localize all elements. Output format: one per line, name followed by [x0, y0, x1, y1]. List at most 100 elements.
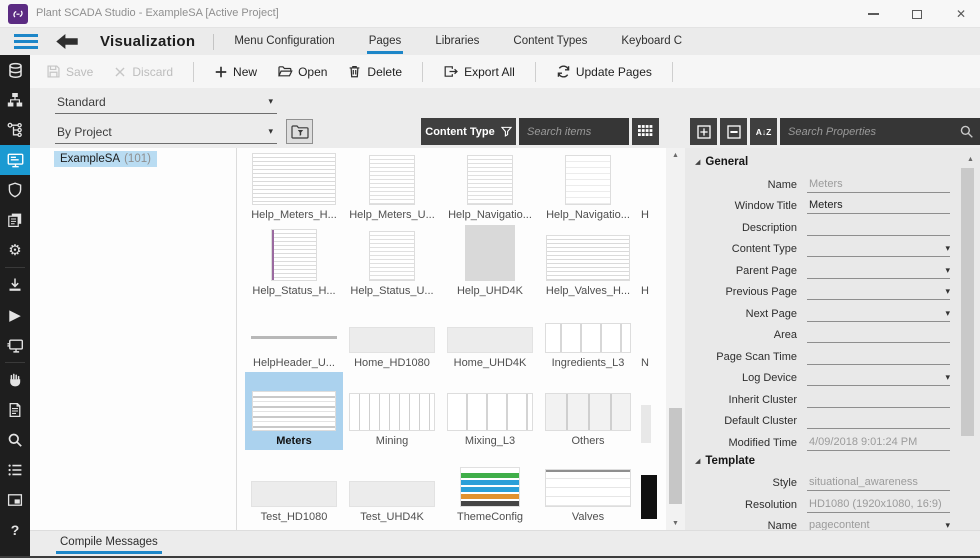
page-item-clipped[interactable]: H	[637, 148, 665, 224]
properties-scrollbar[interactable]: ▲	[961, 152, 974, 524]
content-type-filter-button[interactable]: Content Type	[421, 118, 516, 145]
sidebar-item-download[interactable]	[0, 270, 30, 300]
inherit-cluster-field[interactable]	[807, 392, 950, 408]
sidebar-item-layout[interactable]	[0, 485, 30, 515]
log-device-select[interactable]: ▾	[807, 370, 950, 386]
hamburger-menu-button[interactable]	[14, 34, 38, 49]
page-item[interactable]: Test_HD1080	[245, 450, 343, 526]
name-field[interactable]: Meters	[807, 177, 950, 193]
sidebar-item-deploy[interactable]	[0, 330, 30, 360]
page-item[interactable]: HelpHeader_U...	[245, 300, 343, 372]
page-item-clipped[interactable]: H	[637, 224, 665, 300]
sidebar-item-visualization[interactable]	[0, 145, 30, 175]
new-button[interactable]: New	[214, 65, 257, 79]
sidebar-item-gestures[interactable]	[0, 365, 30, 395]
chevron-down-icon[interactable]: ▾	[945, 284, 950, 298]
page-item[interactable]: ThemeConfig	[441, 450, 539, 526]
sort-az-button[interactable]: A↓Z	[750, 118, 777, 145]
search-properties-input[interactable]	[780, 118, 980, 145]
grouping-dropdown[interactable]: By Project ▾	[55, 122, 277, 144]
tab-content-types[interactable]: Content Types	[511, 30, 589, 54]
open-button[interactable]: Open	[277, 64, 327, 79]
tree-item-examplesa[interactable]: ExampleSA(101)	[54, 151, 157, 167]
sidebar-item-security[interactable]	[0, 175, 30, 205]
close-button[interactable]: ✕	[950, 4, 972, 24]
page-item[interactable]: Mining	[343, 372, 441, 450]
save-button[interactable]: Save	[46, 64, 93, 79]
sidebar-item-find[interactable]	[0, 425, 30, 455]
tab-libraries[interactable]: Libraries	[433, 30, 481, 54]
thumbnail-view-button[interactable]	[632, 118, 659, 145]
page-item[interactable]: Valves	[539, 450, 637, 526]
maximize-button[interactable]	[906, 4, 928, 24]
previous-page-select[interactable]: ▾	[807, 284, 950, 300]
scroll-down-arrow[interactable]: ▼	[666, 516, 685, 530]
page-item[interactable]: Others	[539, 372, 637, 450]
sidebar-item-list[interactable]	[0, 455, 30, 485]
tab-keyboard[interactable]: Keyboard C	[619, 30, 684, 54]
sidebar-item-pages[interactable]	[0, 205, 30, 235]
sidebar-item-documents[interactable]	[0, 395, 30, 425]
modified-time-field[interactable]: 4/09/2018 9:01:24 PM	[807, 435, 950, 451]
description-field[interactable]	[807, 220, 950, 236]
export-all-button[interactable]: Export All	[443, 64, 515, 79]
parent-page-select[interactable]: ▾	[807, 263, 950, 279]
content-type-select[interactable]: ▾	[807, 241, 950, 257]
tab-menu-configuration[interactable]: Menu Configuration	[232, 30, 336, 54]
sidebar-item-topology[interactable]	[0, 85, 30, 115]
page-item[interactable]: Ingredients_L3	[539, 300, 637, 372]
page-item[interactable]: Help_Meters_H...	[245, 148, 343, 224]
page-item[interactable]: Home_HD1080	[343, 300, 441, 372]
delete-button[interactable]: Delete	[347, 64, 402, 79]
discard-button[interactable]: Discard	[113, 65, 173, 79]
page-item[interactable]: Help_Meters_U...	[343, 148, 441, 224]
sidebar-item-run[interactable]: ▶	[0, 300, 30, 330]
page-item[interactable]: Test_UHD4K	[343, 450, 441, 526]
area-field[interactable]	[807, 327, 950, 343]
page-item-selected[interactable]: Meters	[245, 372, 343, 450]
page-item[interactable]: Help_UHD4K	[441, 224, 539, 300]
minimize-button[interactable]	[862, 4, 884, 24]
next-page-select[interactable]: ▾	[807, 306, 950, 322]
page-item-clipped[interactable]	[637, 450, 665, 526]
page-item-clipped[interactable]: N	[637, 300, 665, 372]
chevron-down-icon[interactable]: ▾	[945, 370, 950, 384]
scroll-up-arrow[interactable]: ▲	[666, 148, 685, 162]
chevron-down-icon[interactable]: ▾	[945, 306, 950, 320]
compile-messages-tab[interactable]: Compile Messages	[56, 534, 162, 554]
sidebar-item-help[interactable]: ?	[0, 515, 30, 545]
collapse-all-button[interactable]	[720, 118, 747, 145]
sidebar-item-settings[interactable]: ⚙	[0, 235, 30, 265]
grid-scrollbar[interactable]: ▲ ▼	[666, 148, 685, 530]
window-title-field[interactable]: Meters	[807, 198, 950, 214]
page-item[interactable]: Home_UHD4K	[441, 300, 539, 372]
folder-filter-button[interactable]	[286, 119, 313, 144]
page-item-clipped[interactable]	[637, 372, 665, 450]
section-template[interactable]: ◢ Template	[685, 451, 980, 470]
section-general[interactable]: ◢ General	[685, 152, 980, 171]
page-scan-time-field[interactable]	[807, 349, 950, 365]
tab-pages[interactable]: Pages	[367, 30, 404, 54]
template-style-field[interactable]: situational_awareness	[807, 475, 950, 491]
scroll-up-arrow[interactable]: ▲	[961, 152, 980, 166]
status-bar: Compile Messages	[30, 530, 980, 556]
chevron-down-icon[interactable]: ▾	[945, 263, 950, 277]
page-item[interactable]: Help_Status_H...	[245, 224, 343, 300]
page-item[interactable]: Mixing_L3	[441, 372, 539, 450]
chevron-down-icon[interactable]: ▾	[945, 241, 950, 255]
page-item[interactable]: Help_Navigatio...	[441, 148, 539, 224]
page-item[interactable]: Help_Navigatio...	[539, 148, 637, 224]
back-button[interactable]	[56, 34, 78, 49]
sidebar-item-tags[interactable]	[0, 115, 30, 145]
template-resolution-field[interactable]: HD1080 (1920x1080, 16:9)	[807, 497, 950, 513]
style-dropdown[interactable]: Standard ▾	[55, 92, 277, 114]
page-item[interactable]: Help_Status_U...	[343, 224, 441, 300]
expand-all-button[interactable]	[690, 118, 717, 145]
update-pages-button[interactable]: Update Pages	[556, 64, 652, 79]
sidebar-item-database[interactable]	[0, 55, 30, 85]
search-items-input[interactable]	[519, 118, 629, 145]
default-cluster-field[interactable]	[807, 413, 950, 429]
scrollbar-thumb[interactable]	[961, 168, 974, 436]
page-item[interactable]: Help_Valves_H...	[539, 224, 637, 300]
scrollbar-thumb[interactable]	[669, 408, 682, 504]
